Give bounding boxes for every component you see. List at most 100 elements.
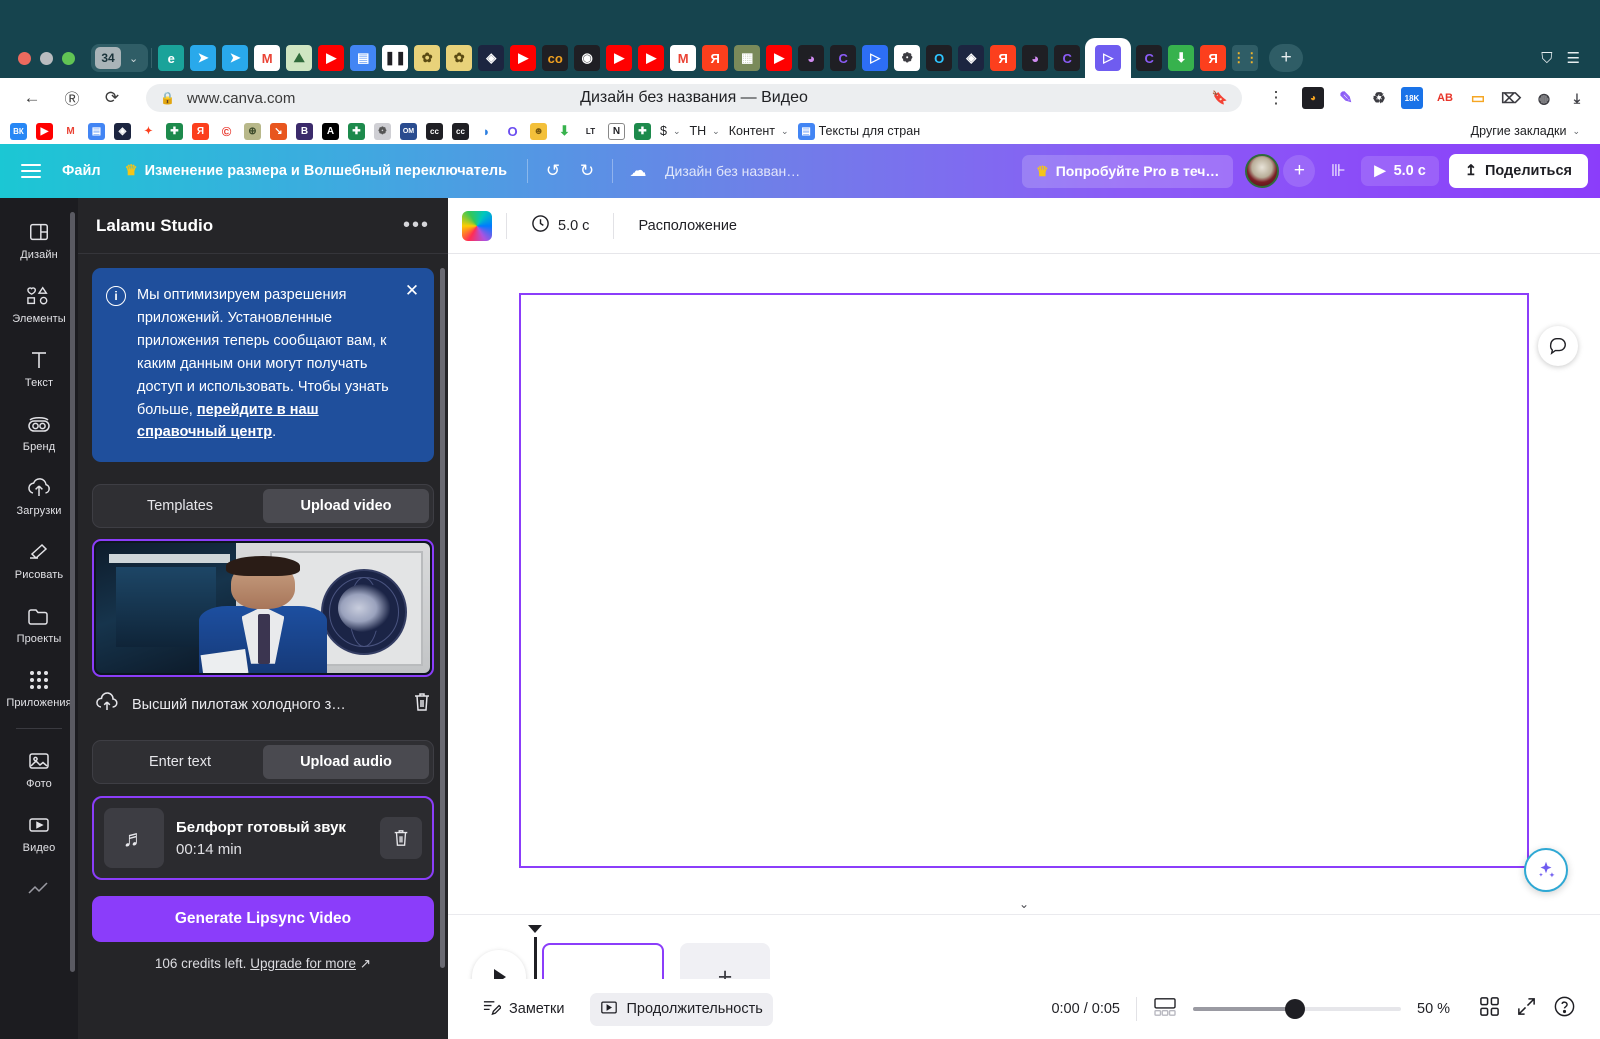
undo-button[interactable]: ↺ (536, 154, 570, 188)
address-bar[interactable]: 🔒 www.canva.com Дизайн без названия — Ви… (146, 84, 1242, 112)
tab-claude-icon-2[interactable]: ◕ (1022, 45, 1048, 71)
tab-dots-icon[interactable]: ⋮⋮ (1232, 45, 1258, 71)
bookmark-item[interactable]: B (296, 123, 313, 140)
resize-magic-switch-button[interactable]: ♛ Изменение размера и Волшебный переключ… (113, 156, 519, 186)
tab-c-icon-3[interactable]: C (1136, 45, 1162, 71)
minimize-window-button[interactable] (40, 52, 53, 65)
notes-button[interactable]: Заметки (472, 991, 574, 1027)
magic-studio-button[interactable] (1524, 848, 1568, 892)
document-name-field[interactable]: Дизайн без назван… (665, 163, 800, 179)
tab-c-icon-2[interactable]: C (1054, 45, 1080, 71)
bookmark-item[interactable]: ⬇ (556, 123, 573, 140)
recycle-icon[interactable]: ♻ (1368, 87, 1390, 109)
bookmark-folder-content[interactable]: Контент ⌄ (729, 124, 789, 138)
page-color-swatch[interactable] (462, 211, 492, 241)
zoom-slider-handle[interactable] (1285, 999, 1305, 1019)
tab-docs-icon[interactable]: ▤ (350, 45, 376, 71)
tab-c-icon-1[interactable]: C (830, 45, 856, 71)
bookmark-item[interactable]: cc (426, 123, 443, 140)
bookmark-item[interactable]: ВК (10, 123, 27, 140)
tab-yandex-icon-3[interactable]: Я (1200, 45, 1226, 71)
sidebar-item-brand[interactable]: Бренд (4, 402, 74, 461)
tab-group-pill[interactable]: 34 ⌄ (91, 44, 148, 72)
color-picker-icon[interactable]: ◕ (1302, 87, 1324, 109)
tab-gmail-icon-2[interactable]: M (670, 45, 696, 71)
bookmark-item[interactable]: N (608, 123, 625, 140)
tab-coursera-icon[interactable]: co (542, 45, 568, 71)
bookmark-item[interactable]: ✚ (166, 123, 183, 140)
bookmark-item[interactable]: O (504, 123, 521, 140)
bookmark-item[interactable]: ✦ (140, 123, 157, 140)
bookmark-item[interactable]: ☻ (530, 123, 547, 140)
help-icon[interactable] (1553, 995, 1576, 1023)
audio-card[interactable]: ♬ Белфорт готовый звук 00:14 min (92, 796, 434, 880)
comment-button[interactable] (1538, 326, 1578, 366)
sidebar-item-photo[interactable]: Фото (4, 739, 74, 798)
menu-icon[interactable]: ☰ (1567, 49, 1580, 67)
expand-timeline-button[interactable]: ⌄ (991, 897, 1057, 915)
tab-telegram-icon-1[interactable]: ➤ (190, 45, 216, 71)
tab-gmail-icon[interactable]: M (254, 45, 280, 71)
tab-telegram-icon-2[interactable]: ➤ (222, 45, 248, 71)
sidebar-item-draw[interactable]: Рисовать (4, 530, 74, 589)
bookmark-item[interactable]: ✚ (348, 123, 365, 140)
tab-opera-icon[interactable]: O (926, 45, 952, 71)
bookmark-texts-for-pages[interactable]: ▤ Тексты для стран (798, 123, 921, 140)
tab-video-icon-1[interactable]: ▷ (862, 45, 888, 71)
bookmark-folder-th[interactable]: TH ⌄ (690, 124, 720, 138)
tab-claude-icon-1[interactable]: ◕ (798, 45, 824, 71)
tab-yandex-icon-1[interactable]: Я (702, 45, 728, 71)
chevron-down-icon[interactable]: ⌄ (123, 52, 144, 65)
page-view-icon[interactable] (1153, 997, 1177, 1022)
tab-download-icon[interactable]: ⬇ (1168, 45, 1194, 71)
bookmark-item[interactable]: ▤ (88, 123, 105, 140)
tab-youtube-icon-3[interactable]: ▶ (606, 45, 632, 71)
browser-menu-button[interactable]: ⋮ (1261, 83, 1291, 113)
zoom-slider[interactable] (1193, 1007, 1401, 1011)
downloads-icon[interactable]: ⤓ (1566, 87, 1588, 109)
bookmark-item[interactable]: Я (192, 123, 209, 140)
rail-scrollbar[interactable] (70, 212, 75, 972)
tab-yandex-icon-2[interactable]: Я (990, 45, 1016, 71)
grid-view-icon[interactable] (1479, 996, 1500, 1022)
delete-video-button[interactable] (412, 691, 432, 718)
reload-button[interactable]: ⟳ (97, 83, 127, 113)
tab-upload-audio[interactable]: Upload audio (263, 745, 429, 779)
page-duration-button[interactable]: 5.0 с (521, 207, 599, 244)
tab-openai-icon[interactable]: ❁ (894, 45, 920, 71)
bookmark-item[interactable]: ✚ (634, 123, 651, 140)
sidebar-item-charts[interactable] (4, 867, 74, 914)
cloud-saved-icon[interactable]: ☁ (621, 154, 655, 188)
other-bookmarks-button[interactable]: Другие закладки ⌄ (1471, 124, 1590, 138)
delete-audio-button[interactable] (380, 817, 422, 859)
file-menu-button[interactable]: Файл (50, 156, 113, 186)
bookmark-item[interactable]: ❁ (374, 123, 391, 140)
present-button[interactable]: ▶ 5.0 с (1361, 156, 1438, 186)
tab-templates[interactable]: Templates (97, 489, 263, 523)
bookmark-item[interactable]: LT (582, 123, 599, 140)
bookmark-item[interactable]: OM (400, 123, 417, 140)
quill-icon[interactable]: ✎ (1335, 87, 1357, 109)
sidebar-item-apps[interactable]: Приложения (4, 658, 74, 717)
insights-icon[interactable]: ⊪ (1321, 154, 1355, 188)
arrange-button[interactable]: Расположение (628, 211, 747, 241)
bookmark-item[interactable]: ↘ (270, 123, 287, 140)
tab-edge-icon[interactable]: e (158, 45, 184, 71)
adblock-icon[interactable]: AB (1434, 87, 1456, 109)
bookmark-item[interactable]: ⊕ (244, 123, 261, 140)
tab-canva-active[interactable]: ▷ (1085, 38, 1131, 78)
back-button[interactable]: ← (17, 83, 47, 113)
tab-youtube-icon-1[interactable]: ▶ (318, 45, 344, 71)
tab-sketchfab-icon[interactable]: ◈ (478, 45, 504, 71)
yandex-button[interactable]: Ⓡ (57, 83, 87, 113)
duration-button[interactable]: Продолжительность (590, 993, 772, 1026)
bookmark-item[interactable]: © (218, 123, 235, 140)
battery-icon[interactable]: ▭ (1467, 87, 1489, 109)
maximize-window-button[interactable] (62, 52, 75, 65)
panel-menu-button[interactable]: ••• (403, 214, 430, 237)
home-menu-button[interactable] (12, 164, 50, 178)
bookmark-item[interactable]: ▶ (36, 123, 53, 140)
panel-scrollbar[interactable] (440, 268, 445, 968)
upgrade-link[interactable]: Upgrade for more (250, 956, 356, 971)
fullscreen-icon[interactable] (1516, 996, 1537, 1022)
